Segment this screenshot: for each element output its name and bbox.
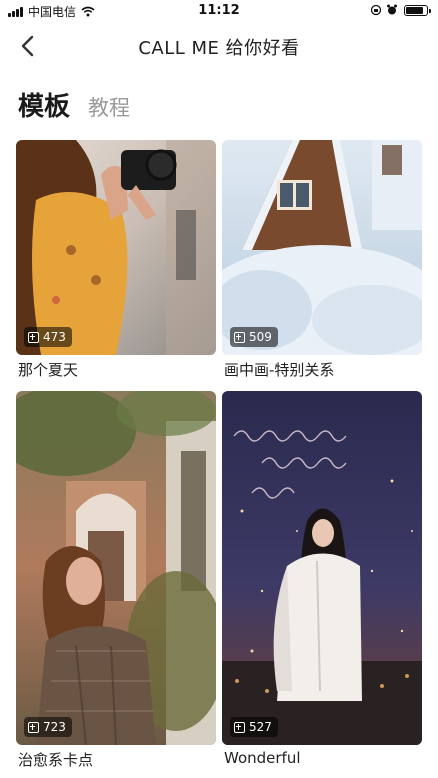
template-title: Wonderful xyxy=(224,749,301,767)
status-bar: 中国电信 11:12 xyxy=(0,0,438,22)
usage-count-badge: 527 xyxy=(230,717,278,737)
add-template-icon xyxy=(28,721,39,733)
battery-level xyxy=(406,6,423,14)
usage-count-badge: 473 xyxy=(24,327,72,347)
battery-icon xyxy=(404,4,431,16)
woman-with-camera-photo: 473 xyxy=(16,140,216,355)
alarm-icon xyxy=(387,4,397,15)
add-template-icon xyxy=(28,331,39,343)
template-card[interactable]: 723 治愈系卡点 xyxy=(16,391,216,771)
page-title: CALL ME 给你好看 xyxy=(138,38,300,59)
template-title: 治愈系卡点 xyxy=(18,751,94,769)
template-card[interactable]: 509 画中画-特别关系 xyxy=(222,140,422,380)
status-right xyxy=(366,4,431,16)
usage-count-badge: 509 xyxy=(230,327,278,347)
usage-count-badge: 723 xyxy=(24,717,72,737)
add-template-icon xyxy=(234,721,245,733)
tab-bar: 模板 教程 xyxy=(18,86,130,123)
template-title: 那个夏天 xyxy=(18,361,79,379)
template-title: 画中画-特别关系 xyxy=(224,361,335,379)
nav-bar: CALL ME 给你好看 xyxy=(0,22,438,68)
woman-in-garden-photo: 723 xyxy=(16,391,216,745)
template-card[interactable]: 527 Wonderful xyxy=(222,391,422,771)
snowy-cabin-photo: 509 xyxy=(222,140,422,355)
tab-tutorials[interactable]: 教程 xyxy=(88,92,130,122)
rotation-lock-icon xyxy=(370,4,382,16)
template-card[interactable]: 473 那个夏天 xyxy=(16,140,216,380)
tab-templates[interactable]: 模板 xyxy=(18,86,70,123)
add-template-icon xyxy=(234,331,245,343)
woman-night-sky-photo: 527 xyxy=(222,391,422,745)
